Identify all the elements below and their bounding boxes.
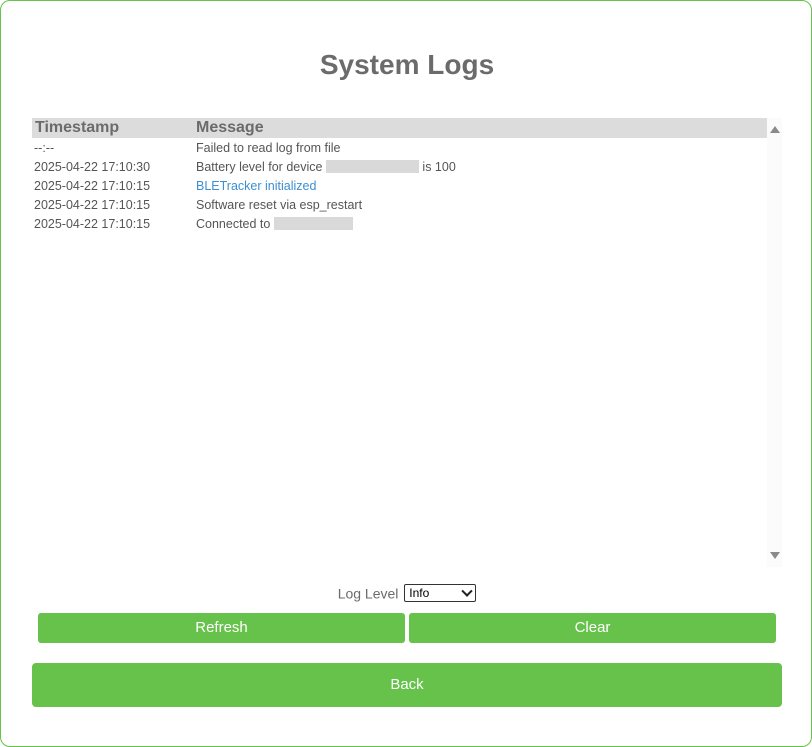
refresh-button[interactable]: Refresh — [38, 613, 405, 643]
log-level-select[interactable]: Info — [404, 584, 477, 603]
log-row: 2025-04-22 17:10:30 Battery level for de… — [32, 158, 767, 177]
scroll-up-arrow-icon[interactable] — [770, 126, 780, 133]
log-message-prefix: Battery level for device — [196, 160, 323, 174]
page-frame: System Logs Timestamp Message --:-- Fail… — [0, 0, 812, 747]
log-table: Timestamp Message --:-- Failed to read l… — [32, 118, 767, 567]
column-header-message: Message — [196, 119, 264, 136]
log-timestamp: 2025-04-22 17:10:15 — [34, 217, 151, 231]
log-row: 2025-04-22 17:10:15 BLETracker initializ… — [32, 177, 767, 196]
log-message: Connected to — [196, 217, 353, 231]
clear-button[interactable]: Clear — [409, 613, 776, 643]
log-panel: Timestamp Message --:-- Failed to read l… — [32, 118, 782, 567]
log-message: Software reset via esp_restart — [196, 198, 363, 212]
back-button[interactable]: Back — [32, 663, 782, 707]
log-message-suffix: is 100 — [422, 160, 456, 174]
redacted-block — [325, 160, 419, 173]
log-message: Battery level for device is 100 — [196, 160, 456, 174]
redacted-block — [273, 217, 353, 230]
log-message-prefix: Connected to — [196, 217, 271, 231]
log-row: 2025-04-22 17:10:15 Connected to — [32, 215, 767, 234]
chevron-down-icon — [461, 585, 473, 598]
log-timestamp: 2025-04-22 17:10:15 — [34, 179, 151, 193]
log-level-row: Log Level Info — [1, 584, 811, 603]
log-table-header: Timestamp Message — [32, 118, 767, 138]
log-message: Failed to read log from file — [196, 141, 341, 155]
log-message: BLETracker initialized — [196, 179, 317, 193]
log-row: --:-- Failed to read log from file — [32, 139, 767, 158]
column-header-timestamp: Timestamp — [35, 119, 120, 136]
page-title: System Logs — [319, 49, 495, 80]
log-timestamp: --:-- — [34, 141, 55, 155]
log-timestamp: 2025-04-22 17:10:30 — [34, 160, 151, 174]
log-row: 2025-04-22 17:10:15 Software reset via e… — [32, 196, 767, 215]
scroll-down-arrow-icon[interactable] — [770, 552, 780, 559]
log-level-label: Log Level — [337, 585, 399, 602]
log-timestamp: 2025-04-22 17:10:15 — [34, 198, 151, 212]
log-level-value: Info — [409, 586, 430, 601]
log-scrollbar[interactable] — [767, 118, 782, 567]
